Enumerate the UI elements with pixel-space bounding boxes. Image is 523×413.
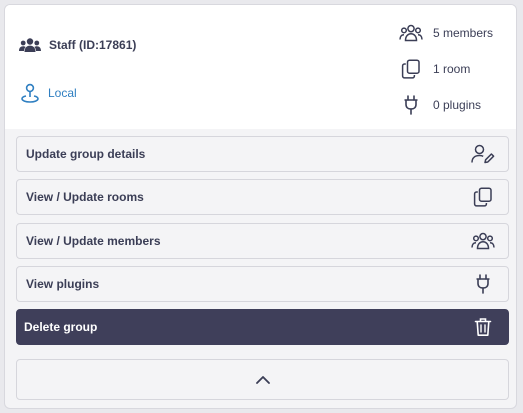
chevron-up-icon <box>255 375 271 385</box>
copy-icon <box>399 59 423 79</box>
user-edit-icon <box>470 144 496 164</box>
users-icon <box>399 24 423 42</box>
update-rooms-label: View / Update rooms <box>26 190 144 204</box>
update-members-label: View / Update members <box>26 234 161 248</box>
view-plugins-label: View plugins <box>26 277 100 291</box>
plugins-count: 0 plugins <box>433 98 482 112</box>
group-card: Staff (ID:17861) Local 5 members 1 room … <box>4 4 517 409</box>
copy-icon <box>470 187 496 207</box>
group-title: Staff (ID:17861) <box>19 35 136 55</box>
members-stat: 5 members <box>399 22 493 44</box>
delete-group-button[interactable]: Delete group <box>16 309 509 345</box>
view-plugins-button[interactable]: View plugins <box>16 266 509 302</box>
location-link[interactable]: Local <box>21 83 77 103</box>
group-card-header: Staff (ID:17861) Local 5 members 1 room … <box>5 5 516 129</box>
trash-icon <box>470 317 496 337</box>
plugins-stat: 0 plugins <box>399 94 481 116</box>
update-rooms-button[interactable]: View / Update rooms <box>16 179 509 215</box>
collapse-button[interactable] <box>16 359 509 400</box>
group-name-label: Staff (ID:17861) <box>49 38 137 52</box>
rooms-stat: 1 room <box>399 58 470 80</box>
rooms-count: 1 room <box>433 62 471 76</box>
users-icon <box>19 37 41 53</box>
update-members-button[interactable]: View / Update members <box>16 223 509 259</box>
users-icon <box>470 232 496 250</box>
update-group-details-label: Update group details <box>26 147 146 161</box>
delete-group-label: Delete group <box>24 320 98 334</box>
plug-icon <box>399 95 423 115</box>
update-group-details-button[interactable]: Update group details <box>16 136 509 172</box>
members-count: 5 members <box>433 26 494 40</box>
location-pin-icon <box>21 83 39 103</box>
location-label: Local <box>48 86 77 100</box>
plug-icon <box>470 274 496 294</box>
